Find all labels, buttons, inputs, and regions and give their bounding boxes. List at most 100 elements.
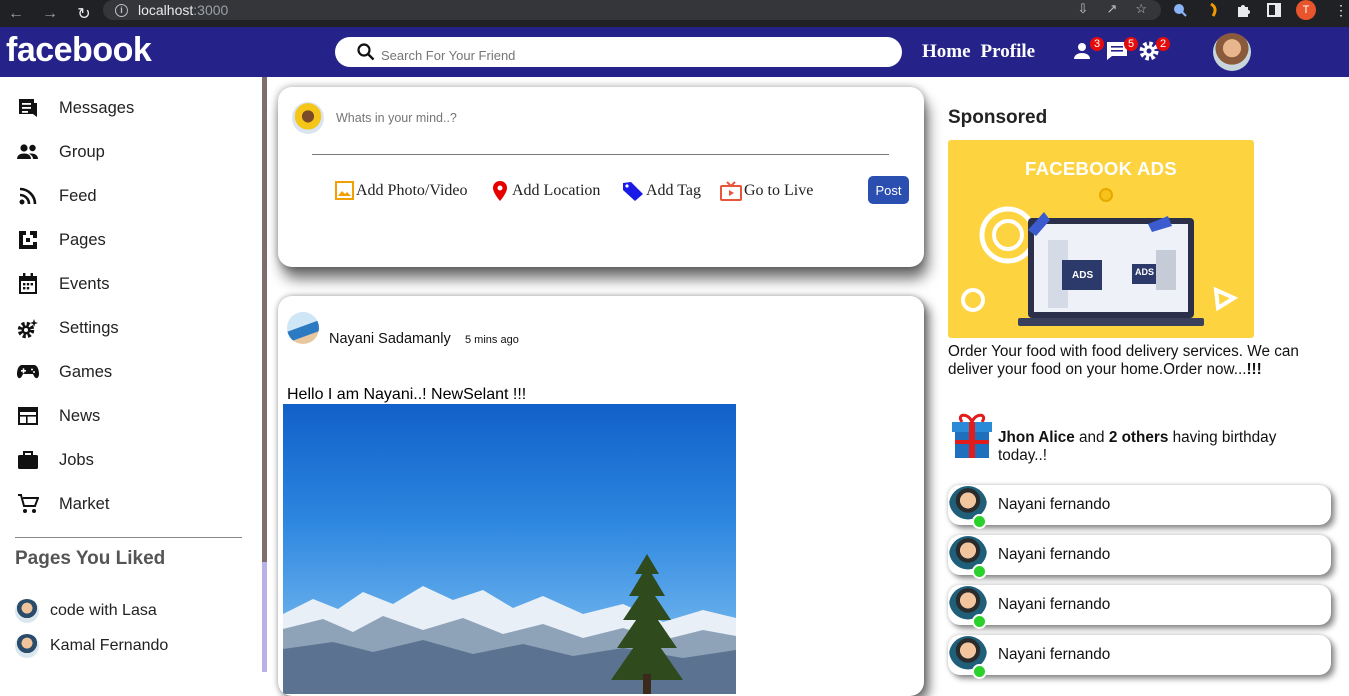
- address-bar[interactable]: i localhost:3000 ⇩ ↗ ☆: [103, 0, 1161, 20]
- sidebar-item-label: Group: [59, 142, 105, 161]
- person-icon: [1074, 43, 1090, 59]
- sidebar-item-settings[interactable]: Settings: [16, 314, 119, 342]
- puzzle-extensions-icon[interactable]: [1236, 0, 1251, 20]
- sidebar-item-jobs[interactable]: Jobs: [16, 446, 94, 474]
- go-live-label: Go to Live: [744, 182, 814, 199]
- sidebar-divider: [15, 537, 242, 538]
- ad-screen-tag: ADS: [1135, 267, 1155, 277]
- messages-badge: 5: [1124, 37, 1138, 51]
- friend-name: Nayani fernando: [998, 546, 1111, 563]
- post-button[interactable]: Post: [868, 176, 909, 204]
- url-port: :3000: [193, 2, 229, 18]
- live-video-icon: [720, 181, 742, 201]
- sidebar-item-pages[interactable]: Pages: [16, 226, 106, 254]
- browser-profile-avatar[interactable]: T: [1296, 0, 1316, 20]
- sidebar-item-events[interactable]: Events: [16, 270, 109, 298]
- add-location-button[interactable]: Add Location: [492, 181, 600, 201]
- top-navbar: facebook Home Profile 3 5 2: [0, 27, 1349, 77]
- sidepanel-icon[interactable]: [1267, 0, 1281, 20]
- liked-page-item[interactable]: code with Lasa: [15, 599, 157, 623]
- birthday-connector: and: [1074, 429, 1109, 446]
- site-info-icon[interactable]: i: [115, 3, 128, 17]
- friend-requests-badge: 3: [1090, 37, 1104, 51]
- sidebar-scrollbar-thumb[interactable]: [262, 77, 267, 562]
- install-icon[interactable]: ⇩: [1078, 1, 1089, 17]
- liked-page-item[interactable]: Kamal Fernando: [15, 634, 168, 658]
- post-image[interactable]: [283, 404, 736, 694]
- settings-button[interactable]: 2: [1138, 37, 1170, 63]
- profile-link[interactable]: Profile: [981, 41, 1036, 63]
- extension-icon[interactable]: [1208, 0, 1220, 20]
- news-icon: [16, 404, 40, 428]
- composer-divider: [312, 154, 889, 155]
- group-icon: [16, 140, 40, 164]
- pages-icon: [16, 228, 40, 252]
- ad-description-emphasis: !!!: [1246, 361, 1262, 378]
- avatar[interactable]: [287, 312, 319, 344]
- status-input[interactable]: [336, 111, 836, 125]
- user-avatar[interactable]: [1213, 33, 1251, 71]
- search-bar[interactable]: [335, 37, 902, 67]
- post-composer: Add Photo/Video Add Location Add Tag Go …: [278, 87, 924, 267]
- online-status-dot: [972, 514, 987, 529]
- add-photo-button[interactable]: Add Photo/Video: [335, 181, 467, 200]
- rss-feed-icon: [16, 184, 40, 208]
- back-icon[interactable]: ←: [6, 4, 26, 24]
- sidebar-item-feed[interactable]: Feed: [16, 182, 97, 210]
- home-link[interactable]: Home: [922, 41, 971, 63]
- birthday-others: 2 others: [1108, 429, 1169, 446]
- tag-icon: [623, 182, 643, 201]
- add-tag-label: Add Tag: [646, 182, 702, 199]
- facebook-logo[interactable]: facebook: [6, 31, 152, 70]
- sidebar-item-group[interactable]: Group: [16, 138, 105, 166]
- add-photo-label: Add Photo/Video: [356, 181, 468, 199]
- online-friend-item[interactable]: Nayani fernando: [948, 635, 1331, 679]
- sidebar-item-games[interactable]: Games: [16, 358, 112, 386]
- sidebar-item-label: Settings: [59, 318, 119, 337]
- sidebar-item-label: Jobs: [59, 450, 94, 469]
- birthday-name: Jhon Alice: [998, 429, 1075, 446]
- gift-icon: [952, 413, 992, 458]
- bookmark-star-icon[interactable]: ☆: [1135, 1, 1147, 17]
- sidebar-item-news[interactable]: News: [16, 402, 100, 430]
- menu-dots-icon[interactable]: ⋮: [1334, 0, 1348, 20]
- friend-name: Nayani fernando: [998, 646, 1111, 663]
- sidebar-item-messages[interactable]: Messages: [16, 94, 134, 122]
- online-friend-item[interactable]: Nayani fernando: [948, 585, 1331, 629]
- browser-toolbar: ← → ↻ i localhost:3000 ⇩ ↗ ☆ T ⋮: [0, 0, 1349, 27]
- sidebar-item-label: Market: [59, 494, 110, 513]
- liked-page-name: code with Lasa: [50, 602, 157, 619]
- post-author[interactable]: Nayani Sadamanly: [329, 331, 451, 347]
- left-sidebar: Messages Group Feed Pages Events Setting…: [0, 77, 262, 672]
- online-status-dot: [972, 614, 987, 629]
- go-live-button[interactable]: Go to Live: [720, 181, 813, 201]
- share-icon[interactable]: ↗: [1106, 1, 1117, 17]
- add-tag-button[interactable]: Add Tag: [622, 181, 701, 201]
- reload-icon[interactable]: ↻: [74, 4, 94, 24]
- search-input[interactable]: [381, 47, 861, 63]
- ad-description: Order Your food with food delivery servi…: [948, 343, 1328, 379]
- sponsored-ad-image[interactable]: FACEBOOK ADS ADS ADS: [948, 140, 1254, 338]
- sidebar-item-market[interactable]: Market: [16, 490, 109, 518]
- search-extension-icon[interactable]: [1172, 0, 1188, 20]
- friend-requests-button[interactable]: 3: [1072, 37, 1104, 63]
- liked-page-name: Kamal Fernando: [50, 637, 169, 654]
- sidebar-item-label: Events: [59, 274, 110, 293]
- sponsored-heading: Sponsored: [948, 107, 1048, 128]
- online-friend-item[interactable]: Nayani fernando: [948, 485, 1331, 529]
- friend-name: Nayani fernando: [998, 496, 1111, 513]
- birthday-notice: Jhon Alice and 2 others having birthday …: [950, 410, 1318, 465]
- forward-icon[interactable]: →: [40, 4, 60, 24]
- url-host: localhost: [138, 2, 194, 18]
- post-card: Nayani Sadamanly 5 mins ago Hello I am N…: [278, 296, 924, 696]
- search-icon: [357, 43, 375, 61]
- online-status-dot: [972, 564, 987, 579]
- sidebar-item-label: News: [59, 406, 101, 425]
- messages-button[interactable]: 5: [1106, 37, 1138, 63]
- avatar: [292, 102, 324, 134]
- ad-screen-tag: ADS: [1072, 270, 1094, 281]
- post-text: Hello I am Nayani..! NewSelant !!!: [287, 386, 527, 403]
- online-friend-item[interactable]: Nayani fernando: [948, 535, 1331, 579]
- settings-badge: 2: [1156, 37, 1170, 51]
- gamepad-icon: [16, 360, 40, 384]
